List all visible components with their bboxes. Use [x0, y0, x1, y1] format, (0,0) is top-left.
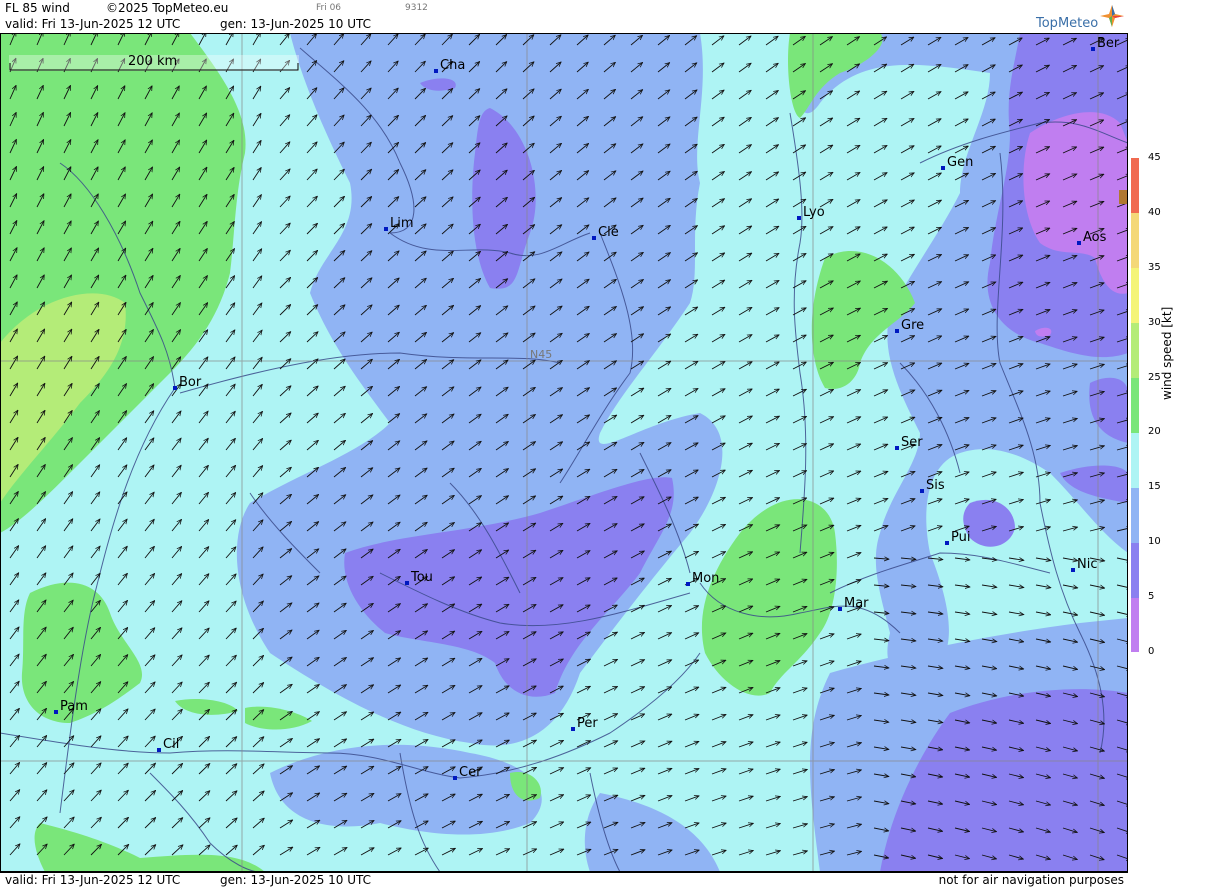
legend-swatch	[1131, 158, 1139, 213]
legend-tick: 15	[1148, 481, 1161, 493]
map-header: FL 85 wind ©2025 TopMeteo.eu Fri 06 9312…	[0, 0, 1128, 33]
city-marker-icon	[941, 166, 945, 170]
city-label: Gre	[901, 318, 924, 333]
city-label: Mar	[844, 596, 869, 611]
city-marker-icon	[173, 386, 177, 390]
city-marker-icon	[838, 607, 842, 611]
city-marker-icon	[405, 581, 409, 585]
footer-gen-time: gen: 13-Jun-2025 10 UTC	[220, 873, 372, 887]
logo-text: TopMeteo	[1036, 16, 1099, 31]
legend-swatch	[1131, 432, 1139, 488]
city-label: Lim	[390, 216, 414, 231]
legend-tick: 25	[1148, 371, 1161, 383]
city-marker-icon	[1077, 241, 1081, 245]
city-label: Cer	[459, 765, 482, 780]
city-label: Ser	[901, 435, 923, 450]
city-marker-icon	[571, 727, 575, 731]
legend-tick: 5	[1148, 591, 1155, 603]
small-code: 9312	[405, 3, 428, 13]
scale-label: 200 km	[128, 54, 177, 69]
small-time: Fri 06	[316, 3, 342, 13]
city-label: Sis	[926, 478, 945, 493]
copyright: ©2025 TopMeteo.eu	[106, 1, 229, 15]
city-label: Ber	[1097, 36, 1120, 51]
city-marker-icon	[895, 329, 899, 333]
legend-tick: 0	[1148, 646, 1155, 657]
city-label: Pam	[60, 699, 88, 714]
legend-tick: 35	[1148, 261, 1161, 273]
city-label: Cle	[598, 225, 619, 240]
legend-tick: 45	[1148, 152, 1161, 163]
legend-swatch	[1131, 267, 1139, 324]
city-pam: Pam	[54, 699, 88, 714]
city-marker-icon	[797, 216, 801, 220]
legend-swatch	[1131, 487, 1139, 543]
legend-tick: 30	[1148, 316, 1161, 328]
city-label: Nic	[1077, 557, 1097, 572]
legend-tick: 20	[1148, 426, 1161, 438]
legend-swatch	[1131, 377, 1139, 433]
legend-unit-label: wind speed [kt]	[1160, 306, 1174, 400]
city-label: Cil	[163, 737, 179, 752]
legend-current-marker	[1119, 190, 1127, 204]
city-marker-icon	[157, 748, 161, 752]
legend-swatch	[1131, 322, 1139, 379]
legend-swatch	[1131, 597, 1139, 653]
city-label: Mon	[692, 571, 719, 586]
footer-note: not for air navigation purposes	[938, 873, 1124, 887]
city-marker-icon	[895, 446, 899, 450]
map-title: FL 85 wind	[5, 1, 70, 15]
footer-valid-time: valid: Fri 13-Jun-2025 12 UTC	[5, 873, 181, 887]
gen-time: gen: 13-Jun-2025 10 UTC	[220, 17, 372, 31]
city-label: Pui	[951, 530, 970, 545]
city-label: Tou	[410, 570, 433, 585]
city-label: Bor	[179, 375, 202, 390]
legend-swatch	[1131, 212, 1139, 269]
legend-swatch	[1131, 542, 1139, 598]
city-marker-icon	[384, 227, 388, 231]
city-marker-icon	[686, 582, 690, 586]
city-label: Aos	[1083, 230, 1107, 245]
scale-bar: 200 km	[9, 54, 299, 71]
city-label: Cha	[440, 58, 465, 73]
city-label: Per	[577, 716, 598, 731]
valid-time: valid: Fri 13-Jun-2025 12 UTC	[5, 17, 181, 31]
latitude-label: N45	[530, 348, 552, 361]
city-label: Lyo	[803, 205, 825, 220]
city-marker-icon	[920, 489, 924, 493]
city-marker-icon	[453, 776, 457, 780]
map-footer: valid: Fri 13-Jun-2025 12 UTC gen: 13-Ju…	[0, 872, 1128, 888]
legend-tick: 10	[1148, 536, 1161, 548]
city-marker-icon	[54, 710, 58, 714]
wind-map: N45 200 km Cha Ber Lim Cle Lyo Gen Aos Gre Bor Se…	[0, 33, 1128, 872]
legend-tick: 40	[1148, 206, 1161, 218]
city-marker-icon	[434, 69, 438, 73]
city-marker-icon	[1071, 568, 1075, 572]
city-marker-icon	[1091, 47, 1095, 51]
city-marker-icon	[592, 236, 596, 240]
wind-speed-legend	[1131, 158, 1139, 653]
city-marker-icon	[945, 541, 949, 545]
city-label: Gen	[947, 155, 973, 170]
